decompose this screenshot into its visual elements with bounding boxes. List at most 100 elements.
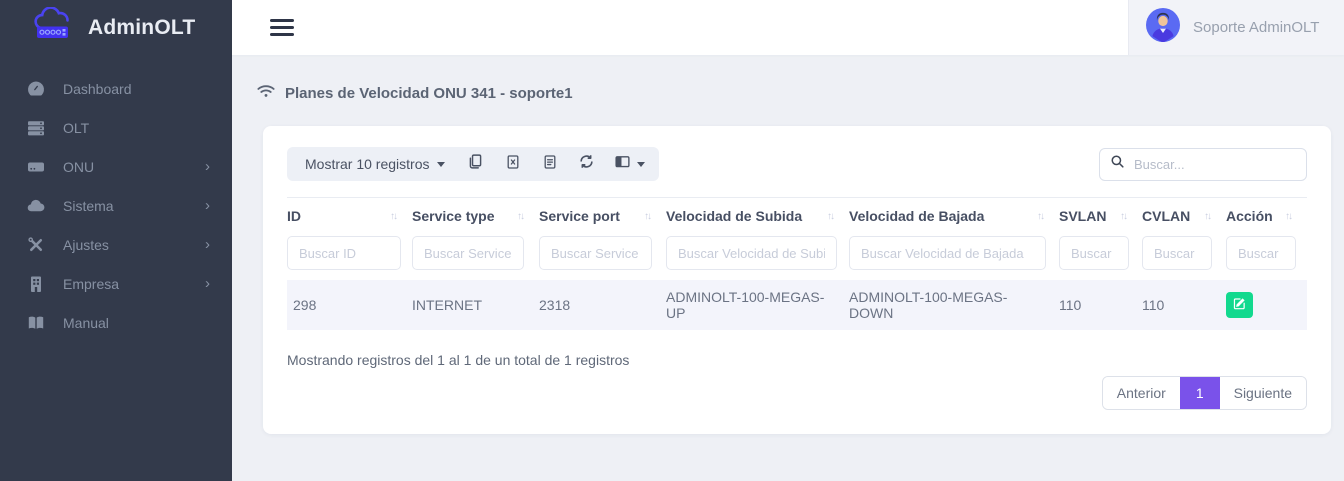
- sort-icon: ↑↓: [1204, 211, 1210, 222]
- server-icon: [26, 118, 46, 138]
- content: Planes de Velocidad ONU 341 - soporte1 M…: [232, 55, 1344, 481]
- search-input[interactable]: [1134, 157, 1296, 172]
- cell-svlan: 110: [1059, 280, 1142, 330]
- cell-service-type: INTERNET: [412, 280, 539, 330]
- table-header-row: ID↑↓ Service type↑↓ Service port↑↓ Veloc…: [287, 198, 1307, 233]
- column-header-svlan[interactable]: SVLAN↑↓: [1059, 198, 1142, 233]
- length-menu-label: Mostrar 10 registros: [305, 156, 429, 172]
- column-header-service-port[interactable]: Service port↑↓: [539, 198, 666, 233]
- excel-export-button[interactable]: [494, 147, 531, 181]
- refresh-button[interactable]: [568, 147, 605, 181]
- column-header-accion[interactable]: Acción↑↓: [1226, 198, 1307, 233]
- column-header-velocidad-bajada[interactable]: Velocidad de Bajada↑↓: [849, 198, 1059, 233]
- edit-pencil-icon: [1233, 297, 1246, 313]
- pagination-prev-button[interactable]: Anterior: [1103, 377, 1180, 409]
- table-info: Mostrando registros del 1 al 1 de un tot…: [287, 352, 1307, 368]
- device-icon: [26, 157, 46, 177]
- sidebar-item-label: Manual: [63, 315, 109, 331]
- sort-icon: ↑↓: [644, 211, 650, 222]
- brand-name: AdminOLT: [88, 16, 195, 40]
- sidebar-item-label: OLT: [63, 120, 89, 136]
- sort-icon: ↑↓: [1120, 211, 1126, 222]
- cell-cvlan: 110: [1142, 280, 1226, 330]
- cell-service-port: 2318: [539, 280, 666, 330]
- caret-down-icon: [637, 162, 645, 167]
- main-area: Soporte AdminOLT Planes de Velocidad ONU…: [232, 0, 1344, 481]
- column-header-id[interactable]: ID↑↓: [287, 198, 412, 233]
- sidebar-item-label: Dashboard: [63, 81, 132, 97]
- user-menu[interactable]: Soporte AdminOLT: [1128, 0, 1344, 55]
- page-title-text: Planes de Velocidad ONU 341 - soporte1: [285, 85, 573, 102]
- sidebar-item-label: Ajustes: [63, 237, 109, 253]
- app-window: AdminOLT Dashboard OLT ONU ›: [0, 0, 1344, 481]
- pdf-export-button[interactable]: [531, 147, 568, 181]
- length-menu-button[interactable]: Mostrar 10 registros: [293, 147, 457, 181]
- edit-button[interactable]: [1226, 292, 1253, 318]
- chevron-right-icon: ›: [205, 237, 210, 252]
- adminolt-logo-icon: [28, 7, 80, 48]
- filter-input-service-type[interactable]: [412, 236, 524, 270]
- wifi-icon: [256, 81, 276, 105]
- file-text-icon: [542, 154, 558, 175]
- sort-icon: ↑↓: [1037, 211, 1043, 222]
- topbar: Soporte AdminOLT: [232, 0, 1344, 55]
- table-toolbar: Mostrar 10 registros: [287, 147, 1307, 181]
- pagination-next-button[interactable]: Siguiente: [1220, 377, 1306, 409]
- page-title: Planes de Velocidad ONU 341 - soporte1: [256, 81, 1344, 105]
- filter-input-svlan[interactable]: [1059, 236, 1129, 270]
- chevron-right-icon: ›: [205, 159, 210, 174]
- column-header-velocidad-subida[interactable]: Velocidad de Subida↑↓: [666, 198, 849, 233]
- user-name: Soporte AdminOLT: [1193, 19, 1319, 36]
- plans-table: ID↑↓ Service type↑↓ Service port↑↓ Veloc…: [287, 197, 1307, 330]
- cell-accion: [1226, 280, 1307, 330]
- sidebar-item-label: Sistema: [63, 198, 114, 214]
- caret-down-icon: [437, 162, 445, 167]
- building-icon: [26, 274, 46, 294]
- sort-icon: ↑↓: [517, 211, 523, 222]
- filter-input-cvlan[interactable]: [1142, 236, 1212, 270]
- cell-velocidad-bajada: ADMINOLT-100-MEGAS-DOWN: [849, 280, 1059, 330]
- sidebar-item-empresa[interactable]: Empresa ›: [0, 264, 232, 303]
- sidebar-item-sistema[interactable]: Sistema ›: [0, 186, 232, 225]
- sidebar: AdminOLT Dashboard OLT ONU ›: [0, 0, 232, 481]
- sidebar-toggle-button[interactable]: [270, 15, 294, 40]
- user-avatar: [1146, 8, 1180, 47]
- copy-button[interactable]: [457, 147, 494, 181]
- refresh-icon: [578, 153, 595, 175]
- sort-icon: ↑↓: [390, 211, 396, 222]
- sidebar-nav: Dashboard OLT ONU › Sistema: [0, 55, 232, 342]
- tools-icon: [26, 235, 46, 255]
- column-visibility-button[interactable]: [605, 147, 653, 181]
- table-search: [1099, 148, 1307, 181]
- filter-input-accion[interactable]: [1226, 236, 1296, 270]
- sidebar-item-ajustes[interactable]: Ajustes ›: [0, 225, 232, 264]
- sidebar-item-label: Empresa: [63, 276, 119, 292]
- copy-icon: [467, 153, 484, 175]
- cloud-icon: [26, 196, 46, 216]
- filter-input-service-port[interactable]: [539, 236, 652, 270]
- cell-id: 298: [287, 280, 412, 330]
- excel-file-icon: [505, 154, 521, 175]
- pagination: Anterior 1 Siguiente: [1102, 376, 1307, 410]
- toolbar-button-group: Mostrar 10 registros: [287, 147, 659, 181]
- sort-icon: ↑↓: [1285, 211, 1291, 222]
- filter-input-velocidad-subida[interactable]: [666, 236, 837, 270]
- columns-icon: [614, 153, 631, 175]
- chevron-right-icon: ›: [205, 198, 210, 213]
- column-header-service-type[interactable]: Service type↑↓: [412, 198, 539, 233]
- sidebar-item-onu[interactable]: ONU ›: [0, 147, 232, 186]
- table-row: 298 INTERNET 2318 ADMINOLT-100-MEGAS-UP …: [287, 280, 1307, 330]
- brand[interactable]: AdminOLT: [0, 0, 232, 55]
- pagination-row: Anterior 1 Siguiente: [287, 376, 1307, 410]
- pagination-page-1-button[interactable]: 1: [1180, 377, 1220, 409]
- table-filter-row: [287, 232, 1307, 280]
- sort-icon: ↑↓: [827, 211, 833, 222]
- sidebar-item-manual[interactable]: Manual: [0, 303, 232, 342]
- sidebar-item-dashboard[interactable]: Dashboard: [0, 69, 232, 108]
- filter-input-velocidad-bajada[interactable]: [849, 236, 1046, 270]
- column-header-cvlan[interactable]: CVLAN↑↓: [1142, 198, 1226, 233]
- sidebar-item-label: ONU: [63, 159, 94, 175]
- search-icon: [1110, 154, 1125, 174]
- filter-input-id[interactable]: [287, 236, 401, 270]
- sidebar-item-olt[interactable]: OLT: [0, 108, 232, 147]
